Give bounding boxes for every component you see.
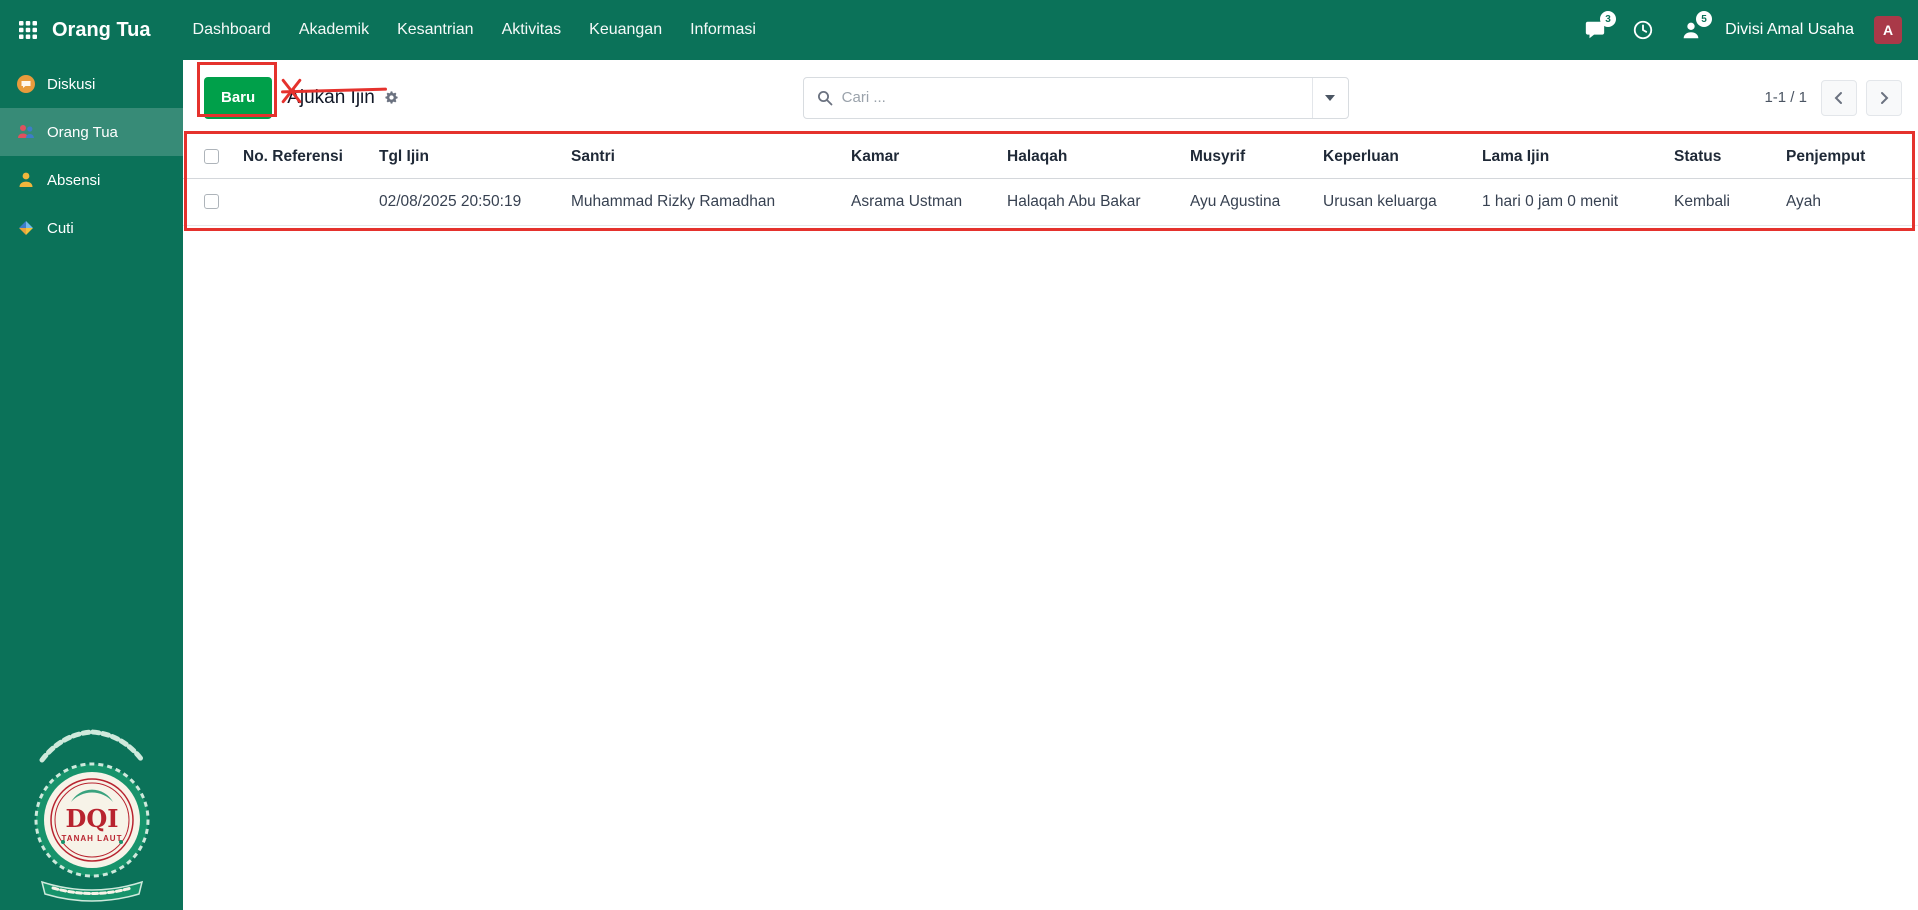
col-header-no-referensi[interactable]: No. Referensi xyxy=(239,135,375,179)
view-settings-button[interactable] xyxy=(384,90,399,105)
gear-icon xyxy=(385,91,398,104)
clock-icon xyxy=(1633,20,1653,40)
topbar: Orang Tua Dashboard Akademik Kesantrian … xyxy=(0,0,1918,60)
records-table: No. Referensi Tgl Ijin Santri Kamar Hala… xyxy=(183,135,1918,226)
family-icon xyxy=(18,125,34,138)
main-content: Baru Ajukan Ijin 1-1 / 1 xyxy=(183,60,1918,910)
table-header-row: No. Referensi Tgl Ijin Santri Kamar Hala… xyxy=(183,135,1918,179)
sidebar-item-absensi[interactable]: Absensi xyxy=(0,156,183,204)
cell-tgl-ijin: 02/08/2025 20:50:19 xyxy=(375,178,567,226)
select-all-cell xyxy=(183,135,239,179)
chevron-left-icon xyxy=(1834,91,1842,104)
person-icon xyxy=(19,172,33,187)
cell-status: Kembali xyxy=(1670,178,1782,226)
col-header-kamar[interactable]: Kamar xyxy=(847,135,1003,179)
breadcrumb: Ajukan Ijin xyxy=(287,87,399,109)
row-select-cell xyxy=(183,178,239,226)
cell-musyrif: Ayu Agustina xyxy=(1186,178,1319,226)
logo-subtitle: TANAH LAUT xyxy=(61,834,122,843)
notifications-badge: 5 xyxy=(1696,11,1713,27)
magnifier-icon xyxy=(804,90,842,106)
menu-item-kesantrian[interactable]: Kesantrian xyxy=(383,0,488,60)
new-record-button[interactable]: Baru xyxy=(204,76,273,119)
pagination-label: 1-1 / 1 xyxy=(1764,89,1807,106)
cell-penjemput: Ayah xyxy=(1782,178,1918,226)
menu-item-informasi[interactable]: Informasi xyxy=(676,0,770,60)
col-header-santri[interactable]: Santri xyxy=(567,135,847,179)
notifications-button[interactable]: 5 xyxy=(1677,11,1713,44)
topbar-menu: Dashboard Akademik Kesantrian Aktivitas … xyxy=(179,0,770,60)
chat-circle-icon xyxy=(17,75,35,93)
caret-down-icon xyxy=(1325,94,1336,101)
menu-item-dashboard[interactable]: Dashboard xyxy=(179,0,285,60)
apps-menu-button[interactable] xyxy=(6,0,50,60)
logo-abbr: DQI xyxy=(65,804,118,833)
menu-item-keuangan[interactable]: Keuangan xyxy=(575,0,676,60)
sidebar-item-orang-tua[interactable]: Orang Tua xyxy=(0,108,183,156)
sidebar-item-label: Cuti xyxy=(47,219,74,237)
user-menu[interactable]: Divisi Amal Usaha xyxy=(1725,21,1854,39)
select-all-checkbox[interactable] xyxy=(203,149,219,165)
pinwheel-icon xyxy=(19,221,33,235)
col-header-penjemput[interactable]: Penjemput xyxy=(1782,135,1918,179)
pager-next-button[interactable] xyxy=(1865,79,1902,116)
app-title: Orang Tua xyxy=(52,18,151,41)
menu-item-akademik[interactable]: Akademik xyxy=(285,0,383,60)
messages-badge: 3 xyxy=(1600,11,1617,27)
page-title: Ajukan Ijin xyxy=(287,86,375,108)
search-input[interactable] xyxy=(841,77,1312,118)
sidebar-item-label: Absensi xyxy=(47,171,101,189)
pager-previous-button[interactable] xyxy=(1820,79,1857,116)
col-header-halaqah[interactable]: Halaqah xyxy=(1003,135,1186,179)
sidebar: Diskusi Orang Tua Absensi Cuti DQI TANAH… xyxy=(0,60,183,910)
chevron-right-icon xyxy=(1880,91,1889,104)
row-checkbox[interactable] xyxy=(203,194,219,210)
sidebar-item-label: Diskusi xyxy=(47,75,96,93)
sidebar-item-cuti[interactable]: Cuti xyxy=(0,204,183,252)
table-row[interactable]: 02/08/2025 20:50:19 Muhammad Rizky Ramad… xyxy=(183,178,1918,226)
cell-no-referensi xyxy=(239,178,375,226)
cell-santri: Muhammad Rizky Ramadhan xyxy=(567,178,847,226)
sidebar-item-diskusi[interactable]: Diskusi xyxy=(0,60,183,108)
control-panel: Baru Ajukan Ijin 1-1 / 1 xyxy=(183,60,1918,135)
sidebar-item-label: Orang Tua xyxy=(47,123,118,141)
cell-halaqah: Halaqah Abu Bakar xyxy=(1003,178,1186,226)
col-header-musyrif[interactable]: Musyrif xyxy=(1186,135,1319,179)
cell-lama-ijin: 1 hari 0 jam 0 menit xyxy=(1478,178,1670,226)
filter-dropdown-toggle[interactable] xyxy=(1311,77,1348,118)
avatar[interactable]: A xyxy=(1874,16,1902,44)
col-header-status[interactable]: Status xyxy=(1670,135,1782,179)
col-header-tgl-ijin[interactable]: Tgl Ijin xyxy=(375,135,567,179)
messages-button[interactable]: 3 xyxy=(1581,11,1617,44)
cell-kamar: Asrama Ustman xyxy=(847,178,1003,226)
col-header-keperluan[interactable]: Keperluan xyxy=(1319,135,1478,179)
school-logo: DQI TANAH LAUT xyxy=(34,729,149,902)
activities-button[interactable] xyxy=(1629,16,1657,44)
pagination: 1-1 / 1 xyxy=(1764,79,1902,116)
menu-item-aktivitas[interactable]: Aktivitas xyxy=(488,0,576,60)
grid-icon xyxy=(19,21,37,39)
cell-keperluan: Urusan keluarga xyxy=(1319,178,1478,226)
search-bar xyxy=(802,76,1349,119)
col-header-lama-ijin[interactable]: Lama Ijin xyxy=(1478,135,1670,179)
topbar-right: 3 5 Divisi Amal Usaha A xyxy=(1581,11,1918,44)
